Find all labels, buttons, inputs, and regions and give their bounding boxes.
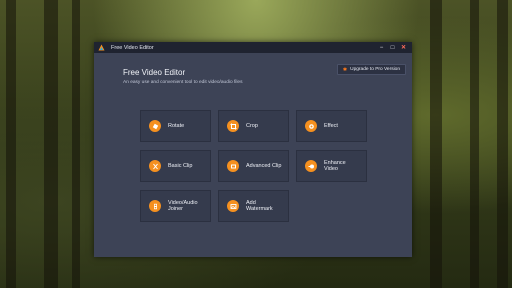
window-title: Free Video Editor bbox=[111, 44, 154, 51]
effect-icon bbox=[305, 120, 317, 132]
scissors-icon bbox=[149, 160, 161, 172]
tool-grid: Rotate Crop Effect Basic Clip Advanced C… bbox=[140, 110, 367, 222]
enhance-video-tile[interactable]: Enhance Video bbox=[296, 150, 367, 182]
crop-label: Crop bbox=[246, 122, 258, 129]
advanced-clip-label: Advanced Clip bbox=[246, 162, 282, 169]
maximize-button[interactable]: □ bbox=[388, 43, 397, 52]
app-window: Free Video Editor − □ ✕ Free Video Edito… bbox=[94, 42, 412, 257]
upgrade-icon: ✱ bbox=[342, 66, 348, 73]
enhance-icon bbox=[305, 160, 317, 172]
basic-clip-label: Basic Clip bbox=[168, 162, 193, 169]
rotate-label: Rotate bbox=[168, 122, 185, 129]
video-audio-joiner-label: Video/Audio Joiner bbox=[168, 199, 198, 213]
effect-tile[interactable]: Effect bbox=[296, 110, 367, 142]
minimize-button[interactable]: − bbox=[377, 43, 386, 52]
effect-label: Effect bbox=[324, 122, 338, 129]
upgrade-label: Upgrade to Pro Version bbox=[350, 67, 400, 72]
close-button[interactable]: ✕ bbox=[399, 43, 408, 52]
advanced-clip-tile[interactable]: Advanced Clip bbox=[218, 150, 289, 182]
crop-tile[interactable]: Crop bbox=[218, 110, 289, 142]
joiner-icon bbox=[149, 200, 161, 212]
crop-icon bbox=[227, 120, 239, 132]
video-audio-joiner-tile[interactable]: Video/Audio Joiner bbox=[140, 190, 211, 222]
enhance-video-label: Enhance Video bbox=[324, 159, 346, 173]
page-subtitle: An easy use and convenient tool to edit … bbox=[123, 80, 243, 85]
advanced-clip-icon bbox=[227, 160, 239, 172]
rotate-icon bbox=[149, 120, 161, 132]
page-title: Free Video Editor bbox=[123, 68, 186, 77]
upgrade-button[interactable]: ✱ Upgrade to Pro Version bbox=[336, 64, 406, 75]
add-watermark-tile[interactable]: Add Watermark bbox=[218, 190, 289, 222]
basic-clip-tile[interactable]: Basic Clip bbox=[140, 150, 211, 182]
watermark-icon bbox=[227, 200, 239, 212]
rotate-tile[interactable]: Rotate bbox=[140, 110, 211, 142]
app-logo-icon bbox=[98, 44, 105, 51]
app-header: Free Video Editor An easy use and conven… bbox=[94, 53, 412, 88]
title-bar: Free Video Editor − □ ✕ bbox=[94, 42, 412, 53]
add-watermark-label: Add Watermark bbox=[246, 199, 273, 213]
